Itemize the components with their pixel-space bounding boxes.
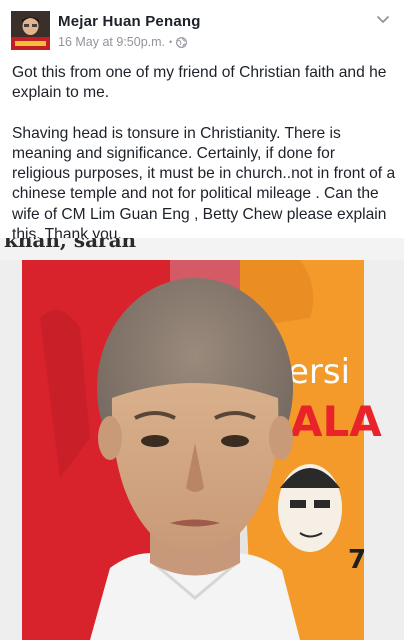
author-name[interactable]: Mejar Huan Penang	[58, 13, 201, 30]
banner-number: 7	[348, 545, 366, 575]
banner-text: ersi	[288, 352, 350, 392]
post-body: Got this from one of my friend of Christ…	[12, 63, 396, 245]
post-meta: 16 May at 9:50p.m. •	[58, 35, 188, 49]
banner-text-2: ALA	[290, 397, 382, 446]
chevron-down-icon[interactable]	[372, 10, 394, 28]
post-paragraph: Shaving head is tonsure in Christianity.…	[12, 124, 396, 244]
clipped-caption: khan, saran	[4, 238, 137, 252]
globe-icon[interactable]	[176, 36, 188, 48]
profile-photo-icon	[11, 11, 50, 50]
post-header: Mejar Huan Penang 16 May at 9:50p.m. •	[0, 0, 404, 60]
post-photo[interactable]: khan, saran ersi ALA 7	[0, 238, 404, 640]
meta-separator: •	[169, 37, 173, 47]
post-paragraph: Got this from one of my friend of Christ…	[12, 64, 387, 102]
avatar[interactable]	[11, 11, 50, 50]
post-timestamp[interactable]: 16 May at 9:50p.m.	[58, 35, 165, 49]
shaved-head-woman-photo-icon: khan, saran ersi ALA 7	[0, 238, 404, 640]
